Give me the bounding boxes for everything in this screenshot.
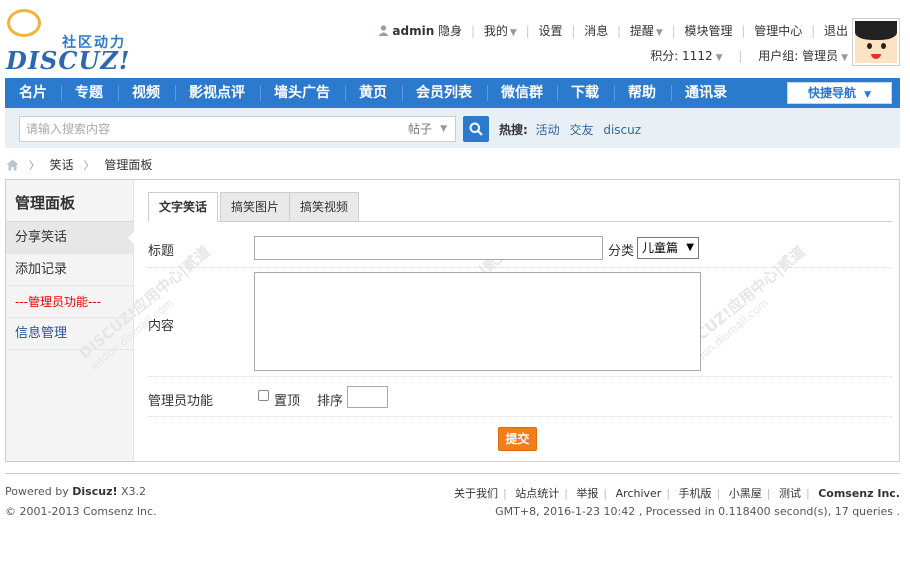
category-value: 儿童篇 bbox=[642, 241, 679, 255]
module-manage-link[interactable]: 模块管理 bbox=[685, 24, 733, 38]
content-label: 内容 bbox=[148, 319, 175, 334]
nav-item-download[interactable]: 下载 bbox=[571, 78, 599, 108]
nav-item-contacts[interactable]: 通讯录 bbox=[685, 78, 727, 108]
logo-bubble-icon bbox=[7, 9, 41, 37]
nav-item-members[interactable]: 会员列表 bbox=[416, 78, 472, 108]
footer-company-link[interactable]: Comsenz Inc. bbox=[818, 487, 900, 500]
chevron-down-icon: ▼ bbox=[841, 53, 848, 63]
footer-links: 关于我们 | 站点统计 | 举报 | Archiver | 手机版 | 小黑屋 | 测试 | … bbox=[453, 487, 900, 500]
sort-input[interactable] bbox=[347, 386, 388, 408]
chevron-down-icon: ▼ bbox=[864, 90, 872, 100]
user-icon bbox=[378, 25, 389, 36]
chevron-down-icon: ▼ bbox=[509, 28, 517, 38]
home-icon[interactable] bbox=[6, 159, 19, 171]
discuz-link[interactable]: Discuz! bbox=[72, 485, 117, 498]
invisible-link[interactable]: 隐身 bbox=[438, 24, 462, 38]
sticky-label: 置顶 bbox=[274, 394, 301, 409]
username-link[interactable]: admin bbox=[392, 24, 434, 38]
sidebar-admin-section: ---管理员功能--- bbox=[6, 286, 134, 318]
submit-button[interactable]: 提交 bbox=[498, 427, 537, 451]
hot-label: 热搜: bbox=[499, 123, 528, 137]
sidebar-item-share-joke[interactable]: 分享笑话 bbox=[6, 222, 135, 254]
settings-link[interactable]: 设置 bbox=[538, 24, 562, 38]
nav-item-help[interactable]: 帮助 bbox=[628, 78, 656, 108]
chevron-right-icon: 〉 bbox=[28, 159, 40, 172]
hot-link[interactable]: 交友 bbox=[569, 123, 593, 137]
search-bar: 请输入搜索内容 帖子 ▼ 热搜: 活动 交友 discuz bbox=[5, 108, 900, 148]
content-textarea[interactable] bbox=[254, 272, 701, 371]
tab-funny-images[interactable]: 搞笑图片 bbox=[220, 192, 291, 222]
nav-item-yellowpages[interactable]: 黄页 bbox=[359, 78, 387, 108]
admin-functions-label: 管理员功能 bbox=[148, 394, 214, 409]
avatar[interactable] bbox=[852, 18, 900, 66]
category-label: 分类 bbox=[608, 244, 635, 259]
breadcrumb-jokes[interactable]: 笑话 bbox=[50, 158, 74, 172]
footer-link-mobile[interactable]: 手机版 bbox=[679, 487, 712, 500]
sidebar-item-info-manage[interactable]: 信息管理 bbox=[6, 318, 134, 350]
nav-item-wechat[interactable]: 微信群 bbox=[501, 78, 543, 108]
chevron-down-icon: ▼ bbox=[655, 28, 663, 38]
search-button[interactable] bbox=[463, 116, 489, 142]
footer-divider bbox=[5, 473, 900, 474]
avatar-face-icon bbox=[855, 21, 897, 63]
chevron-down-icon: ▼ bbox=[440, 124, 447, 134]
chevron-right-icon: 〉 bbox=[83, 159, 95, 172]
site-logo[interactable]: 社区动力 DISCUZ! bbox=[4, 6, 134, 75]
chevron-down-icon: ▼ bbox=[686, 242, 694, 253]
header: 社区动力 DISCUZ! admin 隐身 | 我的 ▼ | 设置 | 消息 | … bbox=[0, 0, 910, 78]
user-stats: 积分: 1112 ▼ | 用户组: 管理员 ▼ bbox=[650, 49, 848, 63]
manage-panel: 管理面板 分享笑话 添加记录 ---管理员功能--- 信息管理 DISCUZ!应… bbox=[5, 179, 900, 462]
footer-link-about[interactable]: 关于我们 bbox=[454, 487, 498, 500]
footer-link-report[interactable]: 举报 bbox=[576, 487, 598, 500]
search-input[interactable]: 请输入搜索内容 bbox=[19, 116, 401, 142]
footer-link-test[interactable]: 测试 bbox=[779, 487, 801, 500]
search-icon bbox=[469, 122, 483, 136]
footer-link-blackroom[interactable]: 小黑屋 bbox=[729, 487, 762, 500]
sticky-checkbox[interactable] bbox=[258, 390, 269, 401]
nav-item-wall-ads[interactable]: 墙头广告 bbox=[274, 78, 330, 108]
footer-link-stats[interactable]: 站点统计 bbox=[515, 487, 559, 500]
title-label: 标题 bbox=[148, 244, 175, 259]
search-type-select[interactable]: 帖子 ▼ bbox=[400, 116, 456, 142]
my-menu[interactable]: 我的 bbox=[484, 24, 508, 38]
nav-item-video[interactable]: 视频 bbox=[132, 78, 160, 108]
nav-item-reviews[interactable]: 影视点评 bbox=[189, 78, 245, 108]
reminders-menu[interactable]: 提醒 bbox=[630, 24, 654, 38]
tab-text-jokes[interactable]: 文字笑话 bbox=[148, 192, 219, 222]
hot-link[interactable]: 活动 bbox=[536, 123, 560, 137]
footer-stats: GMT+8, 2016-1-23 10:42 , Processed in 0.… bbox=[495, 505, 900, 518]
messages-link[interactable]: 消息 bbox=[584, 24, 608, 38]
sidebar-item-add-record[interactable]: 添加记录 bbox=[6, 254, 134, 286]
usergroup-menu[interactable]: 用户组: 管理员 bbox=[758, 49, 838, 63]
admin-center-link[interactable]: 管理中心 bbox=[754, 24, 802, 38]
search-type-value: 帖子 bbox=[408, 122, 433, 136]
breadcrumb: 〉 笑话 〉 管理面板 bbox=[6, 156, 152, 173]
user-toolbar: admin 隐身 | 我的 ▼ | 设置 | 消息 | 提醒 ▼ | 模块管理 | … bbox=[378, 22, 848, 39]
sidebar-title: 管理面板 bbox=[15, 194, 76, 212]
logout-link[interactable]: 退出 bbox=[824, 24, 848, 38]
quick-nav-button[interactable]: 快捷导航 ▼ bbox=[787, 82, 892, 104]
hot-link[interactable]: discuz bbox=[603, 123, 641, 137]
title-input[interactable] bbox=[254, 236, 603, 260]
powered-by: Powered by Discuz! X3.2 bbox=[5, 485, 147, 498]
nav-item-card[interactable]: 名片 bbox=[19, 78, 47, 108]
quick-nav-label: 快捷导航 bbox=[807, 86, 856, 100]
hot-searches: 热搜: 活动 交友 discuz bbox=[499, 121, 647, 138]
sidebar: 管理面板 分享笑话 添加记录 ---管理员功能--- 信息管理 bbox=[6, 180, 135, 461]
breadcrumb-current: 管理面板 bbox=[104, 158, 153, 172]
footer-link-archiver[interactable]: Archiver bbox=[616, 487, 662, 500]
points-menu[interactable]: 积分: 1112 bbox=[650, 49, 712, 63]
category-select[interactable]: 儿童篇 ▼ bbox=[637, 237, 699, 259]
nav-item-topic[interactable]: 专题 bbox=[75, 78, 103, 108]
tab-funny-videos[interactable]: 搞笑视频 bbox=[289, 192, 360, 222]
tab-bar: 文字笑话 搞笑图片 搞笑视频 bbox=[148, 192, 892, 222]
sort-label: 排序 bbox=[317, 394, 344, 409]
main-nav: 名片 专题 视频 影视点评 墙头广告 黄页 会员列表 微信群 下载 帮助 通讯录… bbox=[5, 78, 900, 108]
chevron-down-icon: ▼ bbox=[715, 53, 723, 63]
logo-wordmark: DISCUZ! bbox=[6, 46, 131, 75]
copyright: © 2001-2013 Comsenz Inc. bbox=[5, 505, 157, 518]
